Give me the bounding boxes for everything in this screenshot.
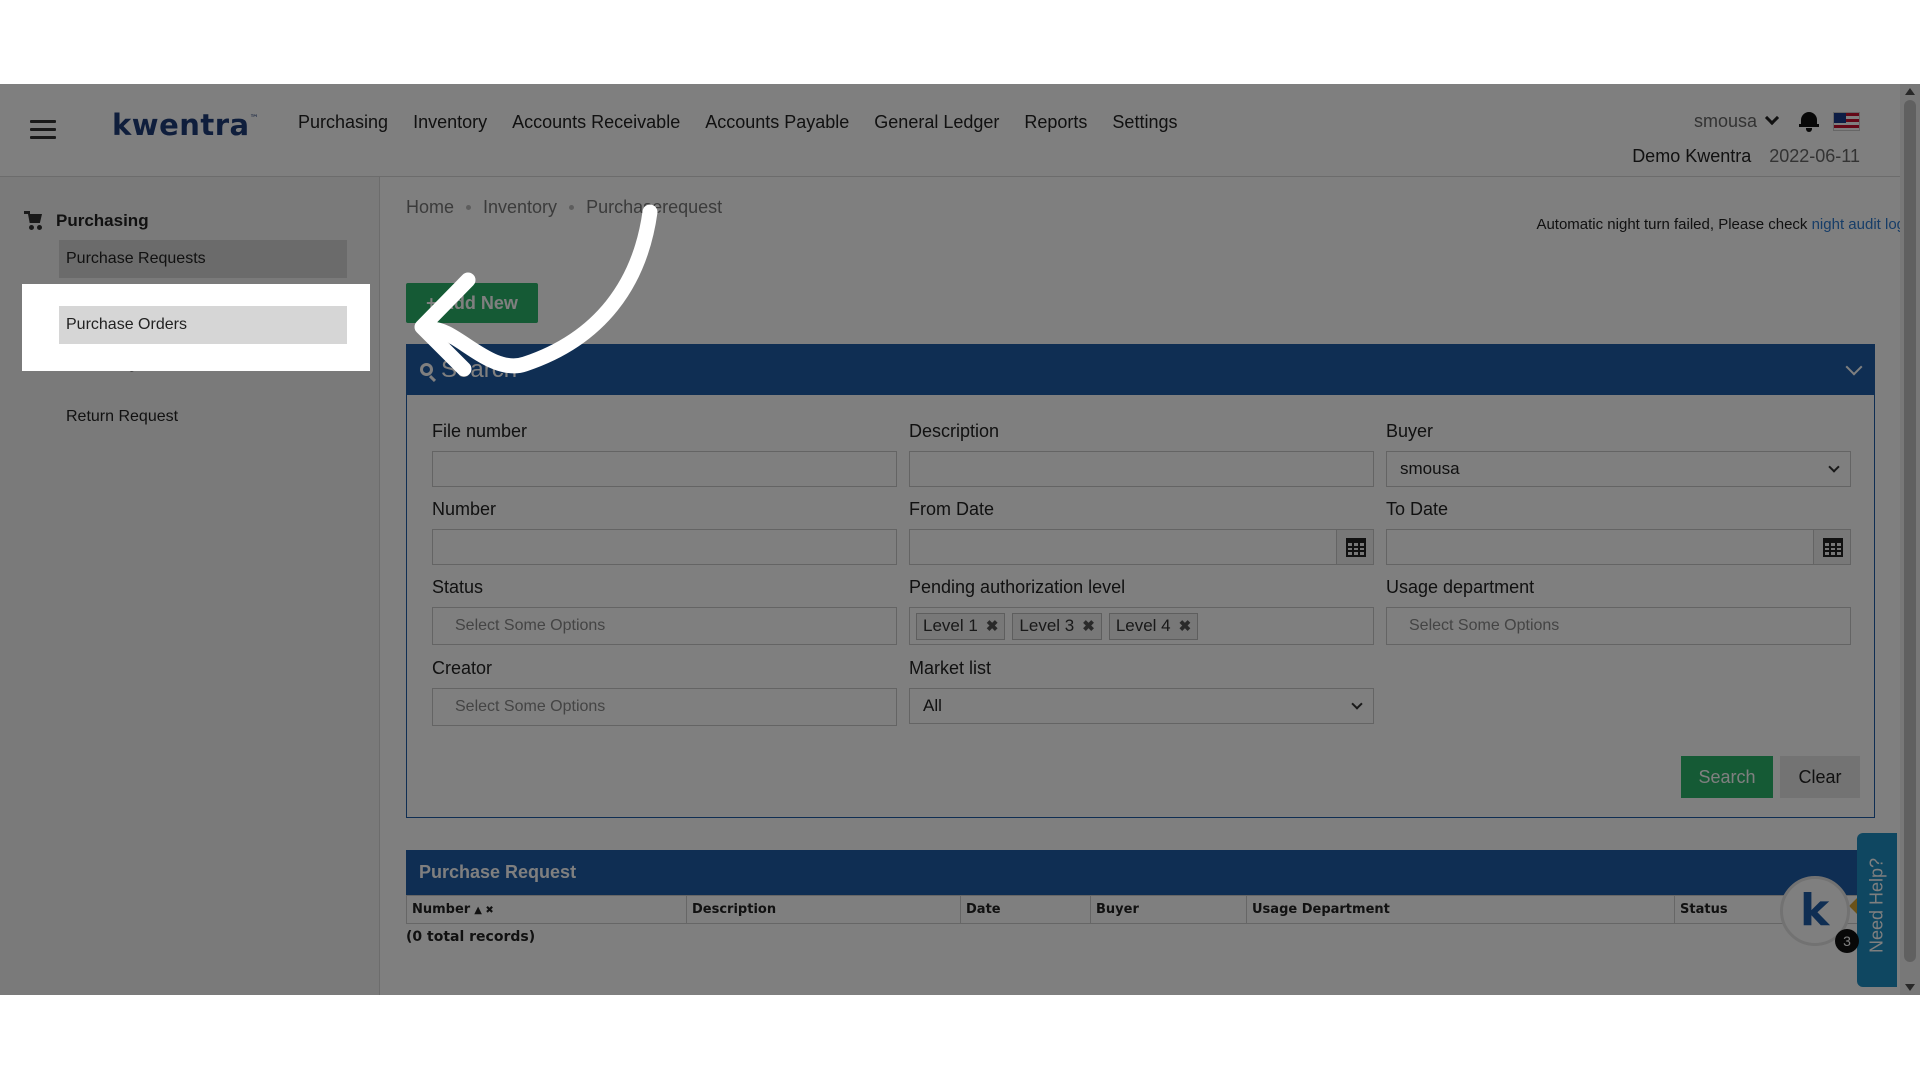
- app-viewport: kwentra™ Purchasing Inventory Accounts R…: [0, 84, 1920, 995]
- tutorial-arrow-icon: [414, 204, 658, 377]
